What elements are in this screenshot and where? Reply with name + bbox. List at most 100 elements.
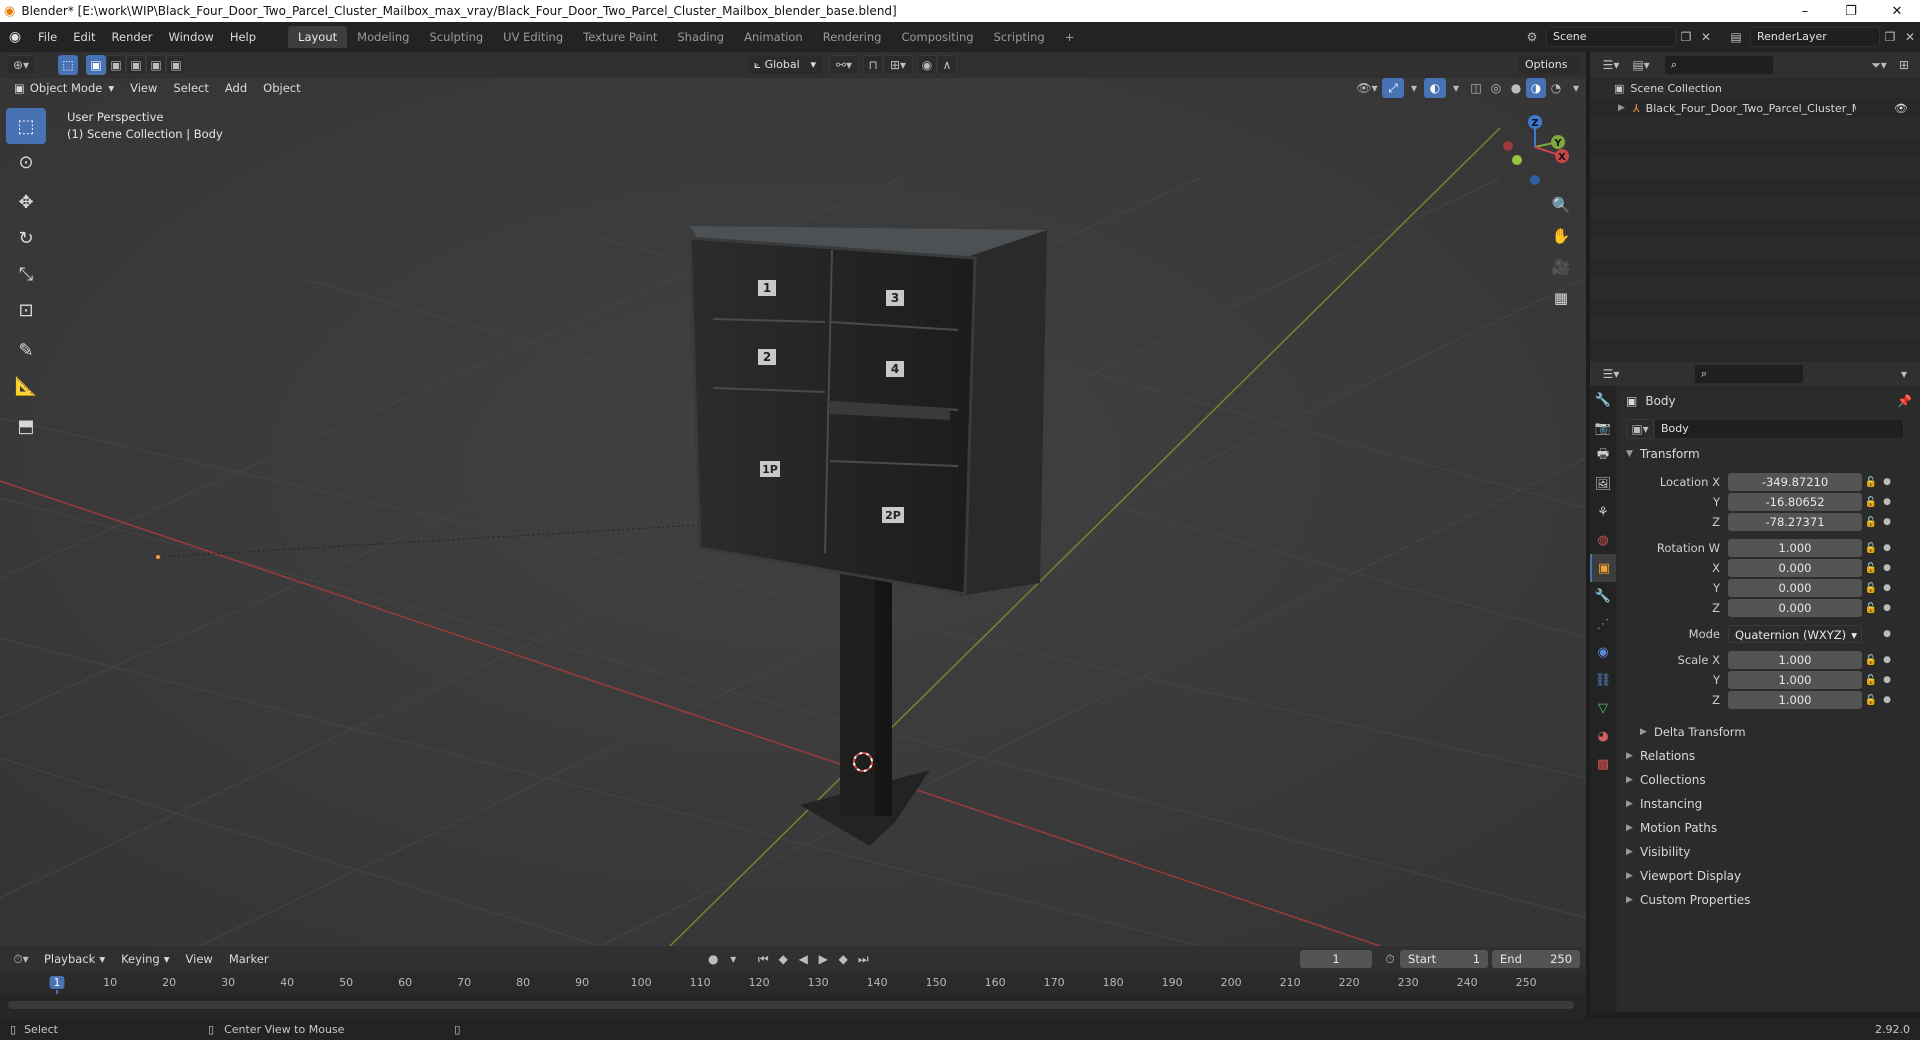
jump-start-icon[interactable]: ⏮ (753, 949, 773, 969)
panel-collections[interactable]: ▶ Collections (1618, 768, 1920, 792)
panel-delta-transform[interactable]: ▶ Delta Transform (1618, 720, 1920, 744)
tab-uv-editing[interactable]: UV Editing (493, 26, 573, 48)
panel-custom-properties[interactable]: ▶ Custom Properties (1618, 888, 1920, 912)
gizmo-options-icon[interactable]: ▾ (1404, 78, 1424, 98)
renderlayer-copy-icon[interactable]: ❐ (1880, 27, 1900, 47)
tab-modeling[interactable]: Modeling (347, 26, 419, 48)
tab-tool-icon[interactable]: 🔧 (1590, 386, 1616, 414)
keyframe-dot-icon[interactable]: ● (1880, 563, 1894, 573)
panel-motion-paths[interactable]: ▶ Motion Paths (1618, 816, 1920, 840)
mode-dropdown[interactable]: ▣ Object Mode ▾ (6, 81, 122, 95)
rotation-x-field[interactable]: 0.000 (1728, 559, 1862, 577)
tab-view-layer-icon[interactable]: 🖼 (1590, 470, 1616, 498)
shading-solid-icon[interactable]: ● (1506, 78, 1526, 98)
properties-options-icon[interactable]: ▾ (1894, 364, 1914, 384)
rotation-z-field[interactable]: 0.000 (1728, 599, 1862, 617)
lock-icon[interactable]: 🔓 (1862, 603, 1880, 614)
lock-icon[interactable]: 🔓 (1862, 477, 1880, 488)
tab-scene-icon[interactable]: ⚘ (1590, 498, 1616, 526)
play-reverse-icon[interactable]: ◀ (793, 949, 813, 969)
play-icon[interactable]: ▶ (813, 949, 833, 969)
menu-render[interactable]: Render (104, 22, 161, 52)
menu-file[interactable]: File (30, 22, 65, 52)
xray-toggle-icon[interactable]: ◫ (1466, 78, 1486, 98)
lock-icon[interactable]: 🔓 (1862, 695, 1880, 706)
tab-world-icon[interactable]: ◍ (1590, 526, 1616, 554)
outliner-filter-icon[interactable]: ⏷▾ (1864, 55, 1894, 75)
renderlayer-name-field[interactable]: RenderLayer (1750, 27, 1880, 47)
rotation-w-field[interactable]: 1.000 (1728, 539, 1862, 557)
transform-tool-icon[interactable]: ⊡ (6, 292, 46, 328)
shading-options-icon[interactable]: ▾ (1566, 78, 1586, 98)
viewport-menu-select[interactable]: Select (165, 81, 216, 95)
keying-options-icon[interactable]: ▾ (723, 949, 743, 969)
keyframe-dot-icon[interactable]: ● (1880, 603, 1894, 613)
panel-relations[interactable]: ▶ Relations (1618, 744, 1920, 768)
select-box-mode-icon[interactable]: ⬚ (58, 55, 78, 75)
lock-icon[interactable]: 🔓 (1862, 675, 1880, 686)
add-cube-tool-icon[interactable]: ⬒ (6, 408, 46, 444)
keyframe-dot-icon[interactable]: ● (1880, 675, 1894, 685)
gizmo-toggle-icon[interactable]: ⤢ (1382, 78, 1404, 98)
location-z-field[interactable]: -78.27371 (1728, 513, 1862, 531)
tab-texture-icon[interactable]: ▩ (1590, 750, 1616, 778)
eye-icon[interactable]: 👁 (1894, 102, 1908, 115)
record-keyframe-icon[interactable]: ● (703, 949, 723, 969)
tab-modifiers-icon[interactable]: 🔧 (1590, 582, 1616, 610)
select-new-icon[interactable]: ▣ (86, 55, 106, 75)
menu-edit[interactable]: Edit (65, 22, 103, 52)
timeline-menu-marker[interactable]: Marker (221, 952, 277, 966)
object-browse-icon[interactable]: ▣▾ (1626, 419, 1654, 439)
select-extend-icon[interactable]: ▣ (106, 55, 126, 75)
snap-target-icon[interactable]: ⊞▾ (883, 55, 913, 75)
renderlayer-browse-icon[interactable]: ▤ (1726, 27, 1746, 47)
cursor-tool-icon[interactable]: ⊙ (6, 144, 46, 180)
tab-object-icon[interactable]: ▣ (1590, 554, 1616, 582)
3d-viewport[interactable]: 1 2 3 4 1P 2P User Perspective (1) Scene… (0, 78, 1586, 946)
scene-delete-icon[interactable]: ✕ (1696, 27, 1716, 47)
panel-instancing[interactable]: ▶ Instancing (1618, 792, 1920, 816)
tab-layout[interactable]: Layout (288, 26, 348, 48)
tab-compositing[interactable]: Compositing (891, 26, 983, 48)
tab-particles-icon[interactable]: ⋰ (1590, 610, 1616, 638)
prev-keyframe-icon[interactable]: ◆ (773, 949, 793, 969)
new-collection-icon[interactable]: ⊞ (1894, 55, 1914, 75)
tab-animation[interactable]: Animation (734, 26, 813, 48)
outliner-row-mailbox[interactable]: ▶ ⅄ Black_Four_Door_Two_Parcel_Cluster_M… (1590, 98, 1920, 118)
timeline-ruler[interactable]: 1 10 20 30 40 50 60 70 80 90 100 110 120 130 140 150 160… (0, 972, 1586, 1018)
overlay-toggle-icon[interactable]: ◐ (1424, 78, 1446, 98)
scene-browse-icon[interactable]: ⚙ (1522, 27, 1542, 47)
pivot-point-icon[interactable]: ⚯▾ (829, 55, 859, 75)
timeline-scrollbar[interactable] (8, 1001, 1574, 1009)
keyframe-dot-icon[interactable]: ● (1880, 477, 1894, 487)
annotate-tool-icon[interactable]: ✎ (6, 332, 46, 368)
tab-render-icon[interactable]: 📷 (1590, 414, 1616, 442)
end-frame-field[interactable]: End 250 (1492, 950, 1581, 968)
rotation-mode-dropdown[interactable]: Quaternion (WXYZ) ▾ (1728, 625, 1862, 643)
outliner-row-scene-collection[interactable]: ▣ Scene Collection (1590, 78, 1920, 98)
lock-icon[interactable]: 🔓 (1862, 583, 1880, 594)
close-button[interactable]: ✕ (1874, 0, 1920, 22)
shading-material-icon[interactable]: ◑ (1526, 78, 1546, 98)
object-name-field[interactable]: Body (1654, 419, 1904, 439)
options-dropdown[interactable]: Options (1518, 55, 1580, 75)
transform-orientation-dropdown[interactable]: ⟀ Global ▾ (747, 55, 823, 75)
lock-icon[interactable]: 🔓 (1862, 497, 1880, 508)
timeline-menu-view[interactable]: View (178, 952, 221, 966)
renderlayer-delete-icon[interactable]: ✕ (1900, 27, 1920, 47)
lock-icon[interactable]: 🔓 (1862, 517, 1880, 528)
viewport-menu-view[interactable]: View (122, 81, 165, 95)
menu-window[interactable]: Window (160, 22, 221, 52)
lock-icon[interactable]: 🔓 (1862, 655, 1880, 666)
location-y-field[interactable]: -16.80652 (1728, 493, 1862, 511)
scale-tool-icon[interactable]: ⤡ (6, 256, 46, 292)
panel-transform[interactable]: ▼ Transform (1618, 442, 1920, 466)
keyframe-dot-icon[interactable]: ● (1880, 517, 1894, 527)
blender-menu-icon[interactable]: ◉ (0, 29, 30, 45)
scale-x-field[interactable]: 1.000 (1728, 651, 1862, 669)
proportional-falloff-icon[interactable]: ∧ (937, 55, 957, 75)
add-workspace-button[interactable]: + (1055, 26, 1085, 48)
visibility-filter-icon[interactable]: 👁▾ (1352, 78, 1382, 98)
playhead-frame-indicator[interactable]: 1 (49, 976, 65, 989)
overlay-options-icon[interactable]: ▾ (1446, 78, 1466, 98)
